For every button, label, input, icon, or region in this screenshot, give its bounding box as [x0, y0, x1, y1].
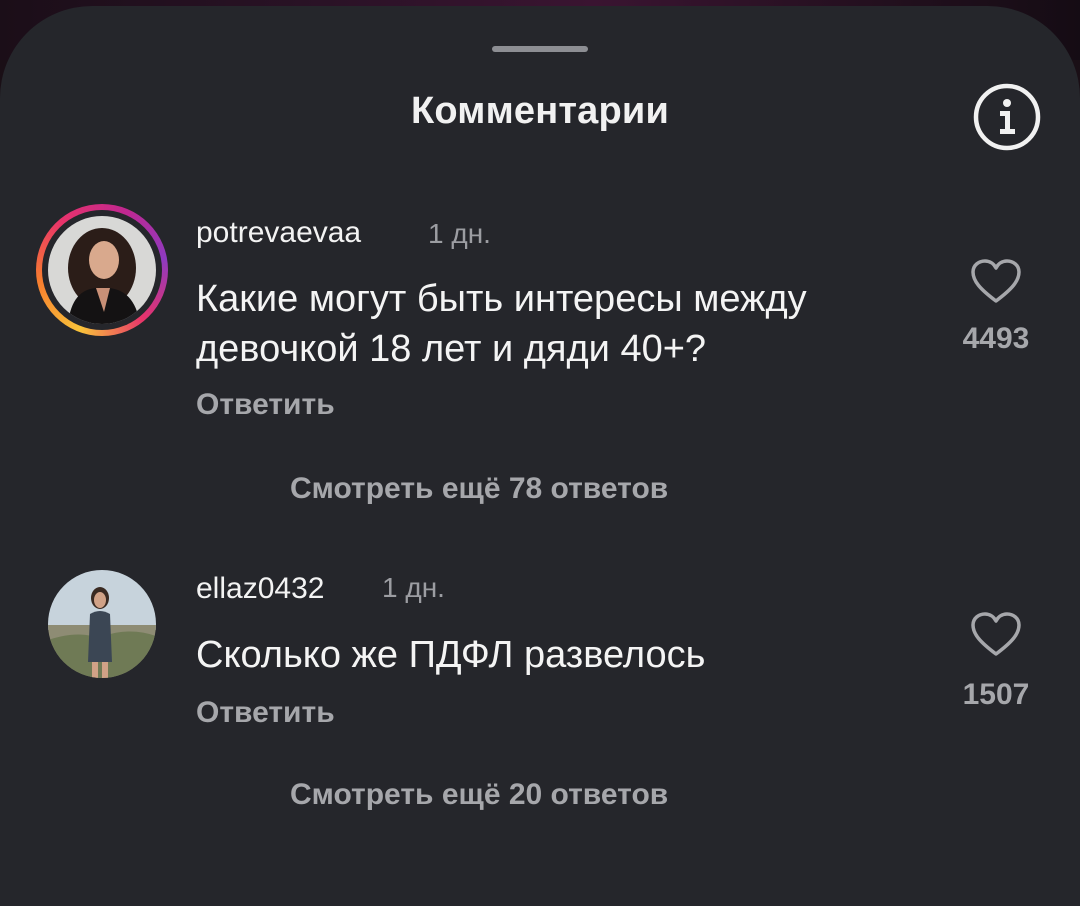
- like-count: 1507: [962, 678, 1030, 711]
- avatar-story-ring[interactable]: [36, 204, 168, 336]
- avatar: [48, 216, 156, 324]
- info-button[interactable]: [971, 81, 1043, 153]
- page-title: Комментарии: [410, 90, 670, 132]
- reply-button[interactable]: Ответить: [196, 388, 335, 422]
- comment-text: Сколько же ПДФЛ развелось: [196, 634, 706, 676]
- comment-time: 1 дн.: [428, 218, 491, 249]
- drag-handle[interactable]: [492, 46, 588, 52]
- comment-time: 1 дн.: [382, 572, 445, 603]
- comment-text: Какие могут быть интересы между девочкой…: [196, 278, 807, 370]
- view-more-replies-button[interactable]: Смотреть ещё 78 ответов: [290, 472, 668, 506]
- heart-icon[interactable]: [970, 612, 1022, 658]
- avatar[interactable]: [48, 570, 156, 678]
- comments-sheet: Комментарии potrevaevaa 1 дн. Какие могу…: [0, 6, 1080, 906]
- info-circle-icon: [973, 83, 1041, 151]
- heart-icon[interactable]: [970, 259, 1022, 305]
- like-count: 4493: [962, 322, 1030, 355]
- reply-button[interactable]: Ответить: [196, 696, 335, 730]
- view-more-replies-button[interactable]: Смотреть ещё 20 ответов: [290, 778, 668, 812]
- comment-username[interactable]: ellaz0432: [196, 572, 324, 606]
- comment-username[interactable]: potrevaevaa: [196, 216, 361, 250]
